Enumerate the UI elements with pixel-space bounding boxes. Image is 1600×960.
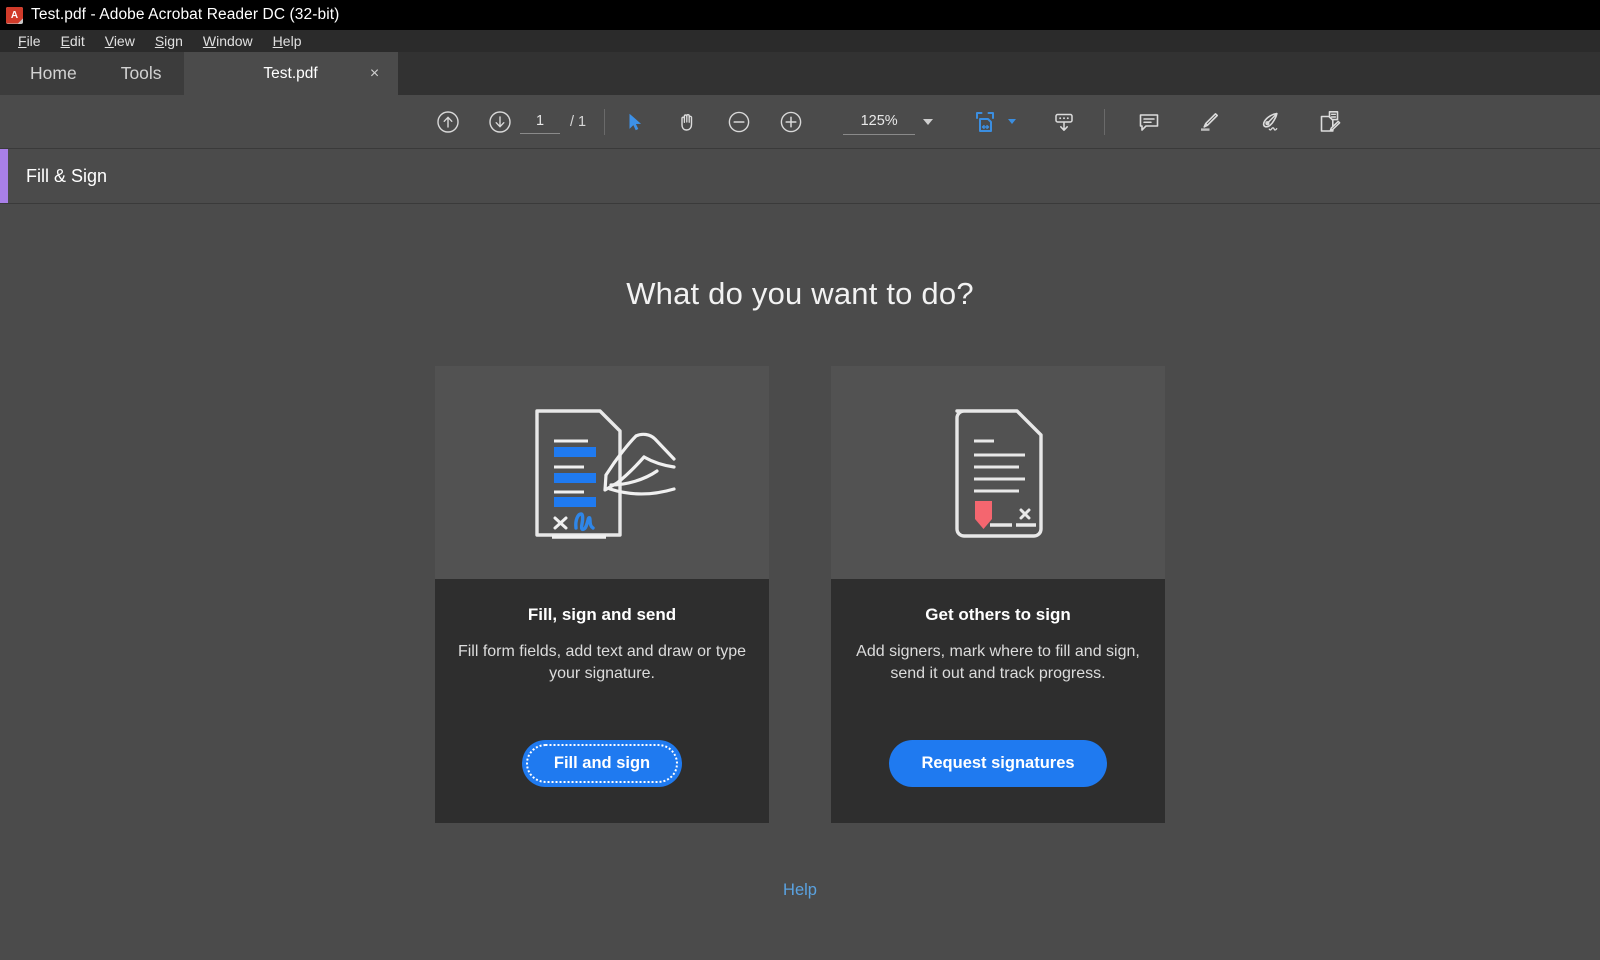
card-title: Get others to sign [925, 605, 1071, 624]
chevron-down-icon[interactable] [923, 118, 934, 125]
page-fit-group [965, 102, 1017, 142]
plus-circle-icon [780, 111, 802, 132]
card-body: Fill, sign and send Fill form fields, ad… [435, 579, 769, 823]
document-with-signature-tag-icon [955, 408, 1043, 538]
highlighter-icon [1201, 112, 1219, 131]
zoom-level-input[interactable] [843, 108, 916, 135]
window-title: Test.pdf - Adobe Acrobat Reader DC (32-b… [31, 6, 340, 23]
page-navigation-group: / 1 [428, 102, 586, 142]
card-get-others-to-sign: Get others to sign Add signers, mark whe… [831, 366, 1165, 823]
menu-edit-rest: dit [69, 33, 85, 49]
tab-document-label: Test.pdf [263, 64, 318, 82]
menu-window[interactable]: Window [193, 30, 263, 52]
hand-tool-button[interactable] [667, 102, 707, 142]
card-body: Get others to sign Add signers, mark whe… [831, 579, 1165, 823]
fit-page-button[interactable] [965, 102, 1005, 142]
highlight-button[interactable] [1189, 102, 1229, 142]
document-with-pen-signing-icon [535, 408, 676, 539]
zoom-in-button[interactable] [771, 102, 811, 142]
menu-help[interactable]: Help [263, 30, 312, 52]
card-title: Fill, sign and send [527, 605, 677, 624]
tab-document-test-pdf[interactable]: Test.pdf × [183, 52, 398, 95]
arrow-up-circle-icon [437, 110, 459, 133]
menu-bar: File Edit View Sign Window Help [0, 30, 1600, 52]
fill-and-sign-icon [1320, 111, 1340, 132]
menu-file-mnemonic: F [18, 33, 27, 49]
menu-view[interactable]: View [95, 30, 145, 52]
minus-circle-icon [728, 111, 750, 132]
page-display-button[interactable] [1044, 102, 1084, 142]
title-bar: Test.pdf - Adobe Acrobat Reader DC (32-b… [0, 0, 1600, 30]
annotation-tools-group [1129, 102, 1349, 142]
zoom-out-button[interactable] [719, 102, 759, 142]
menu-sign-mnemonic: S [154, 33, 165, 49]
fit-page-icon [976, 111, 995, 132]
fill-sign-accent-bar [0, 149, 8, 203]
fountain-pen-icon [1262, 112, 1278, 131]
card-fill-sign-and-send: Fill, sign and send Fill form fields, ad… [435, 366, 769, 823]
menu-edit[interactable]: Edit [51, 30, 95, 52]
fill-sign-title: Fill & Sign [26, 165, 108, 186]
previous-page-button[interactable] [428, 102, 468, 142]
acrobat-icon [6, 6, 23, 24]
tab-bar: Home Tools Test.pdf × [0, 52, 1600, 95]
menu-view-mnemonic: V [104, 33, 114, 49]
menu-file-rest: ile [26, 33, 41, 49]
page-total-label: / 1 [570, 113, 587, 130]
hand-icon [681, 113, 693, 131]
card-illustration-area [435, 366, 769, 579]
menu-window-mnemonic: W [202, 33, 217, 49]
tab-tools[interactable]: Tools [99, 52, 184, 95]
request-signatures-cta-button[interactable]: Request signatures [889, 740, 1107, 787]
action-cards: Fill, sign and send Fill form fields, ad… [435, 366, 1165, 823]
fill-sign-panel: What do you want to do? Fill, sign and s… [0, 204, 1600, 958]
sign-button[interactable] [1249, 102, 1289, 142]
select-tool-button[interactable] [615, 102, 655, 142]
chevron-down-icon[interactable] [1008, 119, 1017, 124]
comment-icon [1139, 113, 1159, 131]
cursor-arrow-icon [629, 113, 642, 130]
menu-help-rest: elp [282, 33, 302, 49]
page-number-input[interactable] [520, 109, 560, 134]
menu-edit-mnemonic: E [60, 33, 70, 49]
next-page-button[interactable] [480, 102, 520, 142]
arrow-down-circle-icon [489, 110, 511, 133]
nav-tabs: Home Tools [0, 52, 184, 95]
zoom-level-group [843, 108, 934, 135]
toolbar-divider-1 [604, 108, 606, 135]
menu-file[interactable]: File [8, 30, 51, 52]
fill-sign-bar: Fill & Sign [0, 149, 1600, 204]
scroll-page-down-icon [1055, 113, 1073, 131]
menu-view-rest: iew [113, 33, 135, 49]
menu-window-rest: indow [216, 33, 253, 49]
fill-and-sign-cta-button[interactable]: Fill and sign [521, 740, 683, 787]
page-title: What do you want to do? [626, 276, 974, 311]
menu-help-mnemonic: H [272, 33, 283, 49]
view-tools-group [615, 102, 811, 142]
toolbar-divider-2 [1104, 108, 1106, 135]
card-description: Fill form fields, add text and draw or t… [457, 643, 747, 682]
comment-button[interactable] [1129, 102, 1169, 142]
card-illustration-area [831, 366, 1165, 579]
tab-home[interactable]: Home [8, 52, 99, 95]
menu-sign[interactable]: Sign [145, 30, 193, 52]
card-description: Add signers, mark where to fill and sign… [856, 643, 1140, 682]
fill-and-sign-button[interactable] [1309, 102, 1349, 142]
menu-sign-rest: ign [164, 33, 183, 49]
toolbar: / 1 [0, 95, 1600, 149]
help-link[interactable]: Help [783, 881, 817, 900]
close-icon[interactable]: × [366, 65, 384, 83]
